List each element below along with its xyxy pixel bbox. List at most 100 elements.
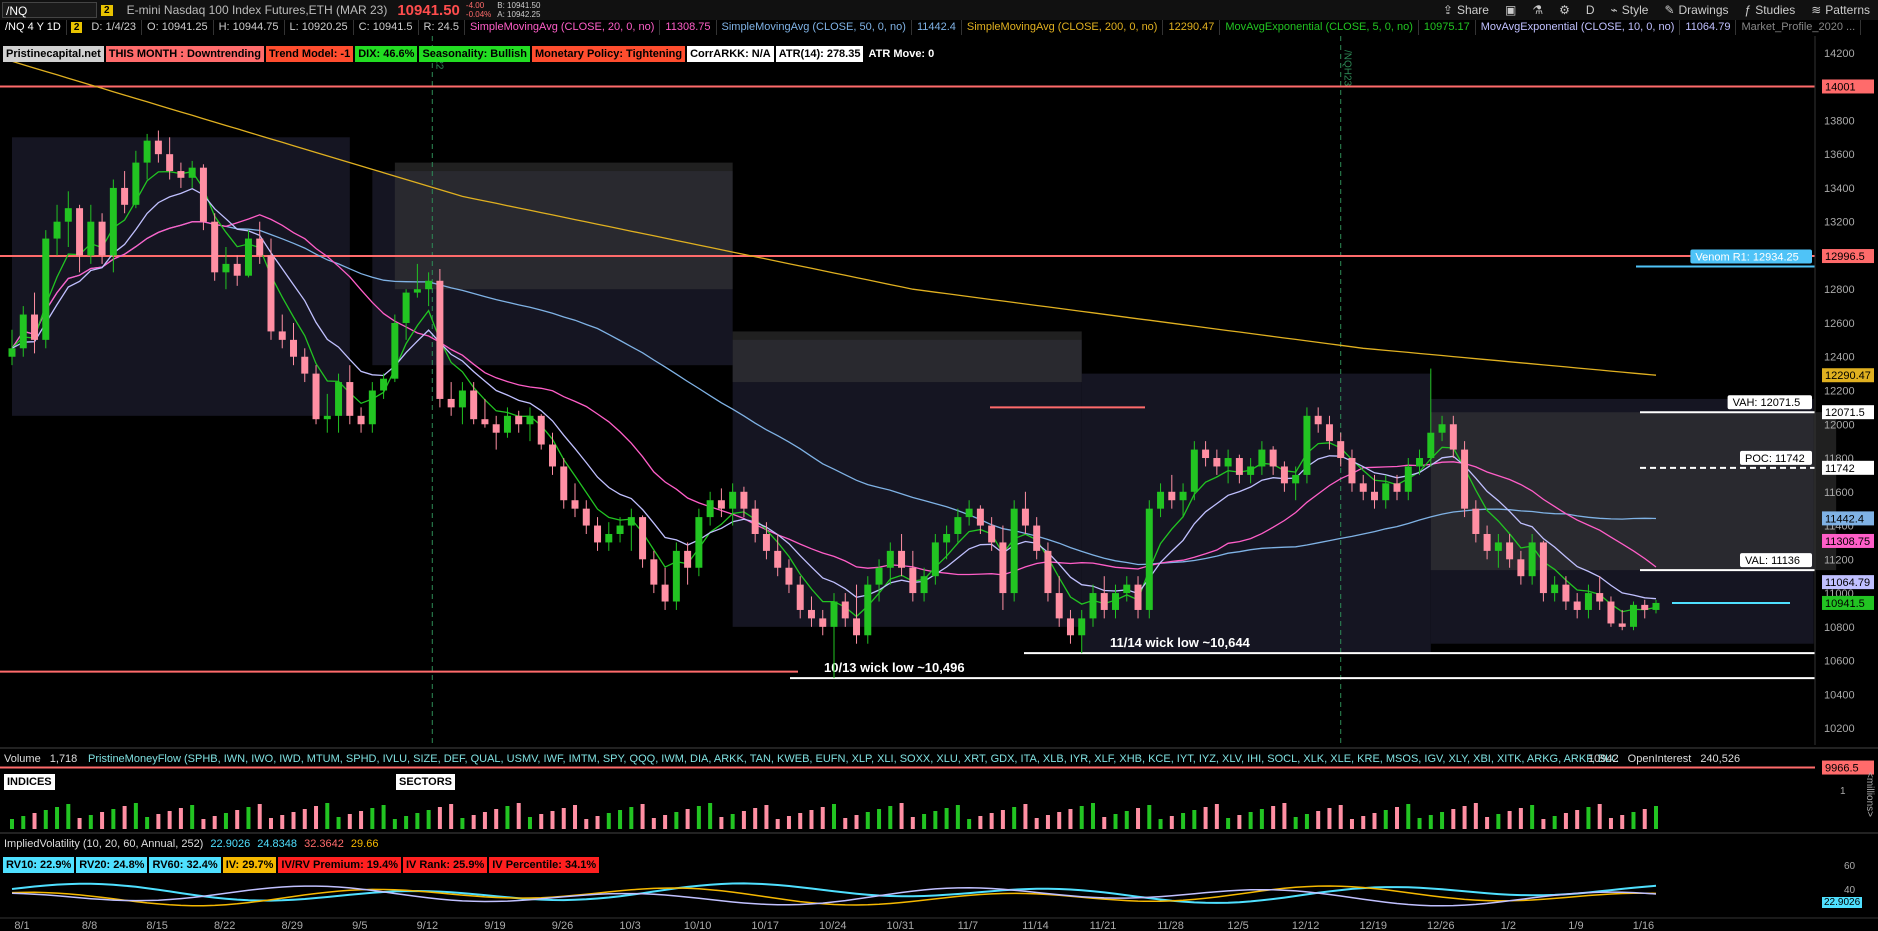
volume-unit-label: <millions> [1864, 772, 1875, 818]
candle-body [751, 508, 759, 534]
date-tick-label: 9/12 [417, 920, 438, 931]
candle-body [1303, 415, 1311, 475]
candle-body [53, 221, 61, 239]
status-badge: Trend Model: -1 [265, 46, 354, 62]
candle-body [154, 140, 162, 155]
candle-body [740, 491, 748, 509]
value-area-box [1430, 412, 1837, 571]
iv-series-line [11, 885, 1657, 907]
flow-bar [944, 808, 949, 829]
flow-bar [1192, 810, 1197, 829]
flow-bar [1349, 819, 1354, 829]
date-tick-label: 10/31 [887, 920, 915, 931]
flow-bar [100, 812, 105, 829]
candle-body [76, 208, 84, 256]
iv-value-rv20: 24.8348 [257, 838, 298, 850]
main-chart[interactable]: 2/22/NQH23 Venom R1: 12934.25VAH: 12071.… [0, 0, 1878, 931]
candle-body [841, 601, 849, 619]
candle-body [1145, 508, 1153, 610]
candle-body [1055, 593, 1063, 619]
wick-low-annotation: 10/13 wick low ~10,496 [824, 660, 965, 675]
candle-body [492, 424, 500, 433]
candle-body [346, 382, 354, 416]
flow-bar [674, 812, 679, 829]
sectors-chip[interactable]: SECTORS [396, 774, 455, 790]
flow-bar [1169, 816, 1174, 829]
price-tag-label: 9966.5 [1825, 763, 1859, 775]
flow-bar [1563, 813, 1568, 829]
flow-bar [640, 804, 645, 829]
candle-body [965, 508, 973, 518]
flow-bar [1462, 806, 1467, 829]
flow-bar [133, 803, 138, 829]
flow-bar [66, 804, 71, 829]
flow-bar [719, 817, 724, 829]
candle-body [199, 167, 207, 222]
flow-bar [1383, 810, 1388, 829]
level-callout-label: POC: 11742 [1745, 453, 1805, 465]
flow-bar [629, 807, 634, 829]
iv-chip: RV20: 24.8% [76, 857, 148, 873]
flow-bar [21, 816, 26, 829]
flow-bar [584, 819, 589, 829]
flow-bar [775, 819, 780, 829]
candle-body [211, 221, 219, 273]
flow-bar [888, 806, 893, 829]
sector-chips: SECTORS [396, 774, 455, 790]
flow-bar [55, 807, 60, 829]
status-badge: Seasonality: Bullish [419, 46, 530, 62]
iv-value-rv60: 32.3642 [304, 838, 344, 850]
iv-tick-60: 60 [1844, 861, 1856, 872]
price-tag-label: 11442.4 [1825, 513, 1864, 525]
flow-bar [1530, 805, 1535, 829]
candle-body [1235, 458, 1243, 475]
candle-body [515, 415, 523, 425]
period-marker-label: /NQH23 [1342, 50, 1353, 87]
candle-body [526, 415, 534, 425]
flow-bar [651, 818, 656, 829]
flow-bar [1417, 818, 1422, 829]
wick-low-annotation: 11/14 wick low ~10,644 [1110, 635, 1251, 650]
candle-body [1066, 618, 1074, 636]
date-tick-label: 8/22 [214, 920, 235, 931]
candle-body [1562, 584, 1570, 602]
candle-body [774, 550, 782, 568]
candle-body [1168, 491, 1176, 501]
price-tick-label: 13600 [1824, 149, 1855, 161]
flow-bar [1642, 809, 1647, 829]
flow-bar [854, 815, 859, 829]
flow-bar [663, 815, 668, 829]
flow-bar [573, 805, 578, 829]
price-tag-label: 12996.5 [1825, 251, 1865, 263]
candle-body [177, 171, 185, 178]
candle-body [1202, 449, 1210, 459]
candle-body [943, 533, 951, 543]
flow-bar [1012, 807, 1017, 829]
price-tick-label: 12200 [1824, 386, 1855, 398]
date-tick-label: 11/21 [1090, 920, 1117, 931]
date-tick-label: 9/19 [484, 920, 505, 931]
volume-label: Volume [4, 753, 41, 765]
candle-body [109, 187, 117, 256]
market-profile-box [1081, 373, 1431, 653]
candle-body [143, 140, 151, 163]
flow-bar [370, 808, 375, 829]
flow-bar [437, 807, 442, 829]
flow-bar [190, 805, 195, 829]
candle-body [853, 618, 861, 636]
flow-bar [1248, 812, 1253, 829]
candle-body [1258, 449, 1266, 467]
flow-bar [314, 806, 319, 829]
date-tick-label: 1/16 [1633, 920, 1654, 931]
price-tick-label: 11600 [1824, 487, 1854, 499]
candle-body [1247, 466, 1255, 475]
candle-body [8, 348, 16, 357]
indices-chip[interactable]: INDICES [4, 774, 55, 790]
flow-bar [111, 809, 116, 829]
date-tick-label: 12/5 [1227, 920, 1248, 931]
candle-body [830, 601, 838, 627]
flow-bar [88, 815, 93, 829]
iv-tick-40: 40 [1844, 885, 1856, 896]
flow-bar [381, 805, 386, 829]
candle-body [436, 280, 444, 399]
